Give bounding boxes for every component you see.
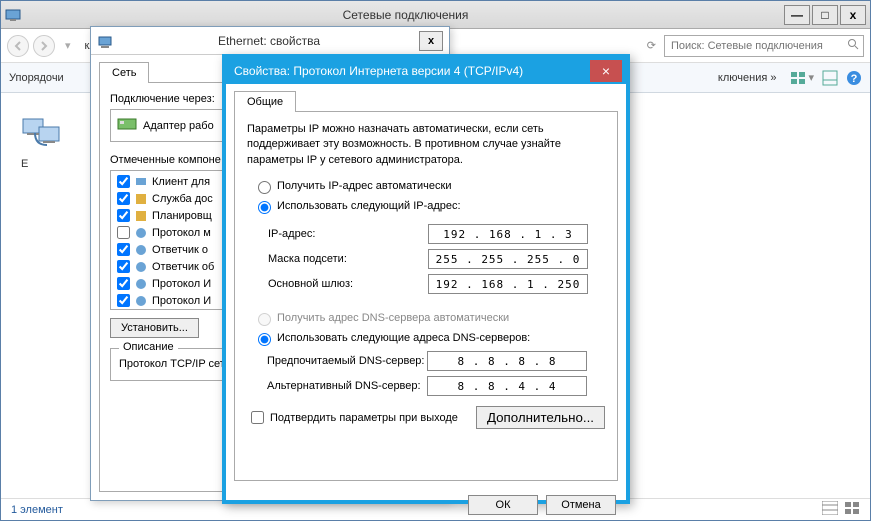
radio-dns-manual[interactable]: Использовать следующие адреса DNS-сервер… bbox=[253, 330, 605, 346]
ip-address-label: IP-адрес: bbox=[268, 228, 428, 240]
eth-close-button[interactable]: x bbox=[419, 31, 443, 51]
window-icon bbox=[5, 7, 21, 23]
client-icon bbox=[134, 175, 148, 189]
protocol-icon bbox=[134, 226, 148, 240]
view-icon[interactable] bbox=[790, 70, 806, 86]
subnet-mask-input[interactable]: 255 . 255 . 255 . 0 bbox=[428, 249, 588, 269]
organize-menu[interactable]: Упорядочи bbox=[9, 72, 64, 84]
validate-on-exit-checkbox[interactable] bbox=[251, 411, 264, 424]
component-checkbox[interactable] bbox=[117, 192, 130, 205]
alternate-dns-input[interactable]: 8 . 8 . 4 . 4 bbox=[427, 376, 587, 396]
back-button[interactable] bbox=[7, 35, 29, 57]
search-input[interactable] bbox=[669, 39, 847, 53]
svg-text:?: ? bbox=[851, 73, 858, 85]
adapter-label: E bbox=[21, 158, 69, 170]
eth-window-icon bbox=[97, 33, 113, 49]
component-checkbox[interactable] bbox=[117, 260, 130, 273]
radio-dns-manual-input[interactable] bbox=[258, 333, 271, 346]
connections-menu[interactable]: ключения » bbox=[718, 72, 777, 84]
component-checkbox[interactable] bbox=[117, 294, 130, 307]
scheduler-icon bbox=[134, 209, 148, 223]
radio-ip-manual[interactable]: Использовать следующий IP-адрес: bbox=[253, 198, 605, 214]
component-checkbox[interactable] bbox=[117, 226, 130, 239]
adapter-name: Адаптер рабо bbox=[143, 120, 214, 132]
ipv4-titlebar: Свойства: Протокол Интернета версии 4 (T… bbox=[226, 58, 626, 84]
eth-title-text: Ethernet: свойства bbox=[119, 34, 419, 48]
component-checkbox[interactable] bbox=[117, 175, 130, 188]
close-button[interactable]: x bbox=[840, 5, 866, 25]
advanced-button[interactable]: Дополнительно... bbox=[476, 406, 605, 429]
ipv4-properties-dialog: Свойства: Протокол Интернета версии 4 (T… bbox=[222, 54, 630, 504]
alternate-dns-label: Альтернативный DNS-сервер: bbox=[267, 380, 427, 392]
ipv4-title-text: Свойства: Протокол Интернета версии 4 (T… bbox=[234, 64, 590, 78]
component-checkbox[interactable] bbox=[117, 243, 130, 256]
description-legend: Описание bbox=[119, 341, 178, 353]
subnet-mask-label: Маска подсети: bbox=[268, 253, 428, 265]
radio-ip-auto[interactable]: Получить IP-адрес автоматически bbox=[253, 178, 605, 194]
forward-button[interactable] bbox=[33, 35, 55, 57]
responder-icon bbox=[134, 260, 148, 274]
info-text: Параметры IP можно назначать автоматичес… bbox=[247, 122, 605, 168]
gateway-input[interactable]: 192 . 168 . 1 . 250 bbox=[428, 274, 588, 294]
ipv4-close-button[interactable]: × bbox=[590, 60, 622, 82]
validate-on-exit-label: Подтвердить параметры при выходе bbox=[270, 412, 458, 424]
ok-button[interactable]: ОК bbox=[468, 495, 538, 515]
responder-icon bbox=[134, 243, 148, 257]
gateway-label: Основной шлюз: bbox=[268, 278, 428, 290]
radio-dns-auto-input bbox=[258, 313, 271, 326]
minimize-button[interactable]: — bbox=[784, 5, 810, 25]
protocol-icon bbox=[134, 277, 148, 291]
protocol-icon bbox=[134, 294, 148, 308]
maximize-button[interactable]: □ bbox=[812, 5, 838, 25]
ip-address-input[interactable]: 192 . 168 . 1 . 3 bbox=[428, 224, 588, 244]
nic-icon bbox=[117, 116, 137, 135]
main-window-title: Сетевые подключения bbox=[29, 8, 782, 22]
component-checkbox[interactable] bbox=[117, 277, 130, 290]
ethernet-adapter-icon[interactable]: E bbox=[21, 113, 69, 170]
radio-ip-manual-input[interactable] bbox=[258, 201, 271, 214]
install-button[interactable]: Установить... bbox=[110, 318, 199, 338]
radio-ip-auto-input[interactable] bbox=[258, 181, 271, 194]
view-dropdown-icon[interactable]: ▾ bbox=[808, 71, 814, 84]
service-icon bbox=[134, 192, 148, 206]
tab-general[interactable]: Общие bbox=[234, 91, 296, 112]
main-titlebar: Сетевые подключения — □ x bbox=[1, 1, 870, 29]
large-icons-view-icon[interactable] bbox=[844, 501, 860, 518]
preferred-dns-input[interactable]: 8 . 8 . 8 . 8 bbox=[427, 351, 587, 371]
preferred-dns-label: Предпочитаемый DNS-сервер: bbox=[267, 355, 427, 367]
radio-dns-auto: Получить адрес DNS-сервера автоматически bbox=[253, 310, 605, 326]
refresh-icon[interactable]: ⟳ bbox=[647, 39, 656, 52]
ipv4-body: Параметры IP можно назначать автоматичес… bbox=[234, 111, 618, 481]
details-view-icon[interactable] bbox=[822, 501, 838, 518]
help-icon[interactable]: ? bbox=[846, 70, 862, 86]
item-count: 1 элемент bbox=[11, 504, 63, 516]
history-dropdown-icon[interactable]: ▾ bbox=[65, 39, 71, 52]
cancel-button[interactable]: Отмена bbox=[546, 495, 616, 515]
search-box[interactable] bbox=[664, 35, 864, 57]
tab-network[interactable]: Сеть bbox=[99, 62, 149, 83]
eth-titlebar: Ethernet: свойства x bbox=[91, 27, 449, 55]
search-icon[interactable] bbox=[847, 38, 859, 53]
details-pane-icon[interactable] bbox=[822, 70, 838, 86]
component-checkbox[interactable] bbox=[117, 209, 130, 222]
